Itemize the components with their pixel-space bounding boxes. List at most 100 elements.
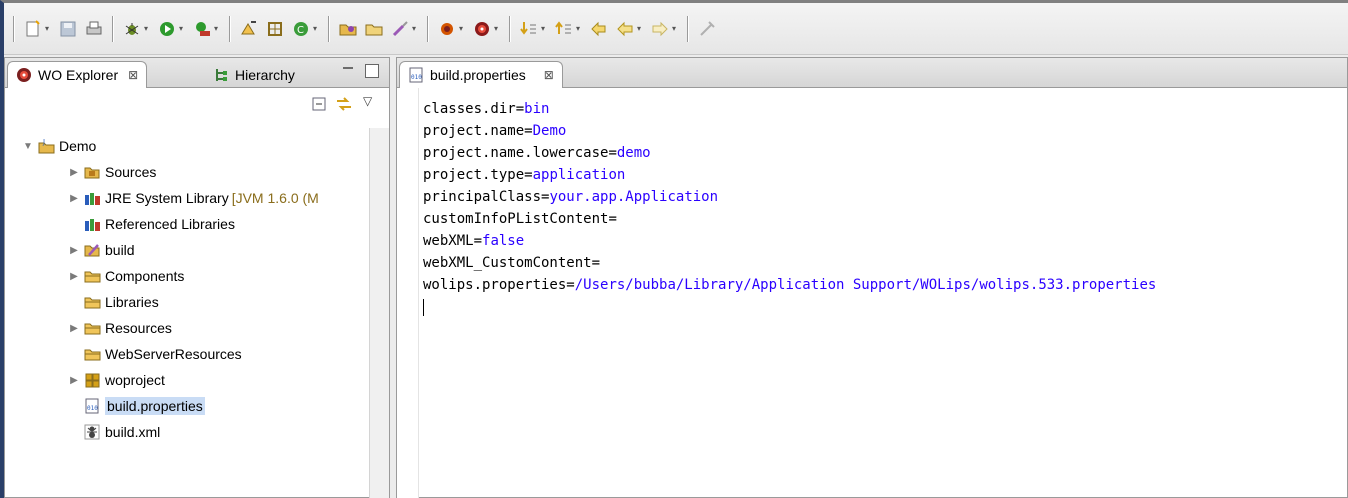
- code-line: project.name.lowercase=demo: [423, 145, 651, 161]
- save-icon[interactable]: [57, 18, 79, 40]
- pin-editor-icon[interactable]: [696, 18, 718, 40]
- tree-item-woproject[interactable]: ▶ woproject: [69, 368, 165, 392]
- toolbar-separator: [427, 15, 429, 42]
- wo-debug-icon[interactable]: [471, 18, 493, 40]
- editor-gutter: [397, 88, 419, 498]
- view-menu-icon[interactable]: ▽: [363, 94, 372, 108]
- collapsed-arrow-icon[interactable]: ▶: [69, 167, 79, 178]
- tree-item-jre-system-library[interactable]: ▶ JRE System Library [JVM 1.6.0 (M: [69, 186, 319, 210]
- previous-annotation-icon[interactable]: [553, 18, 575, 40]
- main-toolbar: ▾ ▾ ▾ ▾ C ▾ ▾ ▾ ▾ ▾ ▾ ▾ ▾: [4, 3, 1348, 55]
- build-folder-icon: [84, 242, 100, 258]
- next-annotation-icon[interactable]: [518, 18, 540, 40]
- project-icon: J: [38, 138, 55, 154]
- dropdown-arrow-icon[interactable]: ▾: [576, 24, 584, 33]
- toolbar-separator: [13, 15, 15, 42]
- close-icon[interactable]: ⊠: [128, 68, 138, 82]
- tab-build-properties[interactable]: 010 build.properties ⊠: [399, 61, 563, 88]
- dropdown-arrow-icon[interactable]: ▾: [313, 24, 321, 33]
- tree-item-referenced-libraries[interactable]: Referenced Libraries: [69, 212, 235, 236]
- tree-item-label: JRE System Library: [105, 190, 229, 206]
- dropdown-arrow-icon[interactable]: ▾: [637, 24, 645, 33]
- dropdown-arrow-icon[interactable]: ▾: [459, 24, 467, 33]
- code-line: project.name=Demo: [423, 123, 567, 139]
- debug-icon[interactable]: [121, 18, 143, 40]
- tree-item-build-xml[interactable]: build.xml: [69, 420, 160, 444]
- external-tools-icon[interactable]: [191, 18, 213, 40]
- tab-label: Hierarchy: [235, 66, 295, 83]
- editor-panel: 010 build.properties ⊠ classes.dir=bin p…: [396, 57, 1348, 498]
- tab-label: WO Explorer: [38, 67, 119, 83]
- close-icon[interactable]: ⊠: [544, 68, 554, 82]
- tree-item-build-properties[interactable]: 010 build.properties: [69, 394, 205, 418]
- new-class-icon[interactable]: C: [290, 18, 312, 40]
- tree-item-label: woproject: [105, 372, 165, 388]
- svg-text:010: 010: [411, 74, 422, 81]
- toolbar-separator: [328, 15, 330, 42]
- tree-item-label: build.xml: [105, 424, 161, 440]
- folder-icon: [84, 268, 101, 284]
- collapsed-arrow-icon[interactable]: ▶: [69, 193, 79, 204]
- dropdown-arrow-icon[interactable]: ▾: [214, 24, 222, 33]
- back-icon[interactable]: [614, 18, 636, 40]
- tree-item-label: Resources: [105, 320, 172, 336]
- package-icon: [84, 372, 100, 388]
- tree-item-sources[interactable]: ▶ Sources: [69, 160, 156, 184]
- tab-hierarchy[interactable]: Hierarchy: [205, 61, 303, 88]
- open-type-icon[interactable]: [337, 18, 359, 40]
- toolbar-separator: [229, 15, 231, 42]
- print-icon[interactable]: [83, 18, 105, 40]
- expanded-arrow-icon[interactable]: ▼: [23, 141, 33, 152]
- collapsed-arrow-icon[interactable]: ▶: [69, 245, 79, 256]
- jre-version-decoration: [JVM 1.6.0 (M: [231, 190, 319, 206]
- tree-item-label: WebServerResources: [105, 346, 242, 362]
- last-edit-location-icon[interactable]: [588, 18, 610, 40]
- tree-item-label: Sources: [105, 164, 157, 180]
- dropdown-arrow-icon[interactable]: ▾: [144, 24, 152, 33]
- code-line: wolips.properties=/Users/bubba/Library/A…: [423, 277, 1157, 293]
- new-package-icon[interactable]: [264, 18, 286, 40]
- dropdown-arrow-icon[interactable]: ▾: [45, 24, 53, 33]
- code-line: project.type=application: [423, 167, 626, 183]
- open-task-icon[interactable]: [363, 18, 385, 40]
- code-line: [423, 296, 1156, 318]
- svg-text:010: 010: [87, 405, 98, 412]
- tree-item-resources[interactable]: ▶ Resources: [69, 316, 172, 340]
- folder-icon: [84, 346, 101, 362]
- wo-run-icon[interactable]: [436, 18, 458, 40]
- folder-icon: [84, 294, 101, 310]
- maximize-icon[interactable]: [365, 64, 379, 78]
- collapsed-arrow-icon[interactable]: ▶: [69, 271, 79, 282]
- forward-icon[interactable]: [649, 18, 671, 40]
- code-line: webXML=false: [423, 233, 525, 249]
- code-area[interactable]: classes.dir=bin project.name=Demo projec…: [423, 98, 1156, 318]
- collapsed-arrow-icon[interactable]: ▶: [69, 375, 79, 386]
- code-line: customInfoPListContent=: [423, 211, 617, 227]
- dropdown-arrow-icon[interactable]: ▾: [541, 24, 549, 33]
- minimize-icon[interactable]: [341, 64, 355, 78]
- new-project-icon[interactable]: [238, 18, 260, 40]
- link-with-editor-icon[interactable]: [335, 96, 353, 115]
- tree-item-webserverresources[interactable]: WebServerResources: [69, 342, 242, 366]
- search-icon[interactable]: [389, 18, 411, 40]
- dropdown-arrow-icon[interactable]: ▾: [672, 24, 680, 33]
- library-icon: [84, 216, 100, 232]
- wo-explorer-panel: WO Explorer ⊠ Hierarchy ▽ ▼ J Demo ▶ Sou…: [4, 57, 390, 498]
- new-file-icon[interactable]: [22, 18, 44, 40]
- library-icon: [84, 190, 100, 206]
- tree-item-label: Libraries: [105, 294, 159, 310]
- project-tree: ▼ J Demo ▶ Sources ▶ JRE System Library …: [5, 128, 367, 498]
- tree-item-build[interactable]: ▶ build: [69, 238, 134, 262]
- dropdown-arrow-icon[interactable]: ▾: [179, 24, 187, 33]
- tree-item-demo[interactable]: ▼ J Demo: [23, 134, 96, 158]
- collapse-all-icon[interactable]: [311, 96, 327, 115]
- tree-item-components[interactable]: ▶ Components: [69, 264, 184, 288]
- dropdown-arrow-icon[interactable]: ▾: [412, 24, 420, 33]
- vertical-scrollbar[interactable]: [369, 128, 389, 498]
- tree-item-label: Demo: [59, 138, 97, 154]
- run-icon[interactable]: [156, 18, 178, 40]
- tab-wo-explorer[interactable]: WO Explorer ⊠: [7, 61, 148, 88]
- collapsed-arrow-icon[interactable]: ▶: [69, 323, 79, 334]
- dropdown-arrow-icon[interactable]: ▾: [494, 24, 502, 33]
- tree-item-libraries[interactable]: Libraries: [69, 290, 159, 314]
